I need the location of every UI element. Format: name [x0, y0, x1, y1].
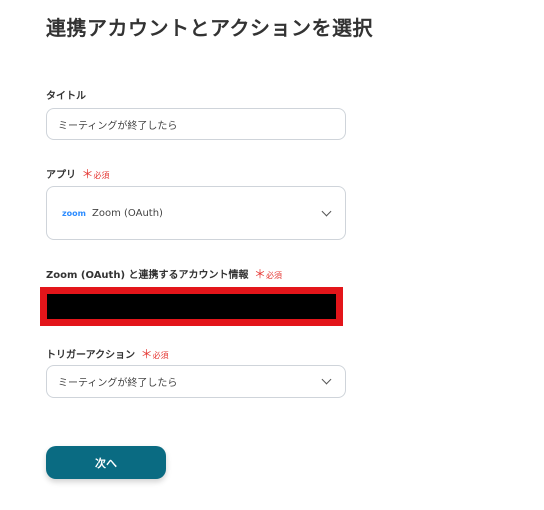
trigger-label-text: トリガーアクション — [46, 350, 136, 361]
app-select[interactable]: zoom Zoom (OAuth) — [46, 186, 346, 240]
title-input[interactable] — [46, 108, 346, 140]
account-label-text: Zoom (OAuth) と連携するアカウント情報 — [46, 270, 249, 281]
trigger-label: トリガーアクション ＊必須 — [46, 345, 169, 362]
account-select-redacted[interactable] — [40, 287, 343, 326]
redaction-block — [47, 294, 336, 319]
trigger-select[interactable]: ミーティングが終了したら — [46, 365, 346, 398]
next-button[interactable]: 次へ — [46, 446, 166, 479]
chevron-down-icon[interactable] — [321, 206, 332, 216]
required-mark: ＊ — [140, 347, 153, 361]
trigger-select-value: ミーティングが終了したら — [58, 378, 178, 389]
required-text: 必須 — [266, 271, 283, 280]
required-text: 必須 — [93, 171, 110, 180]
required-text: 必須 — [152, 351, 169, 360]
app-select-value: Zoom (OAuth) — [92, 207, 163, 219]
required-mark: ＊ — [254, 267, 267, 281]
account-label: Zoom (OAuth) と連携するアカウント情報 ＊必須 — [46, 265, 282, 282]
page-title: 連携アカウントとアクションを選択 — [46, 16, 373, 40]
title-label: タイトル — [46, 87, 86, 102]
app-label-text: アプリ — [46, 170, 76, 181]
zoom-logo-icon: zoom — [62, 208, 86, 218]
required-mark: ＊ — [81, 167, 94, 181]
page: 連携アカウントとアクションを選択 タイトル アプリ ＊必須 zoom Zoom … — [0, 0, 544, 510]
app-label: アプリ ＊必須 — [46, 165, 110, 182]
title-label-text: タイトル — [46, 91, 86, 102]
chevron-down-icon[interactable] — [321, 374, 332, 385]
